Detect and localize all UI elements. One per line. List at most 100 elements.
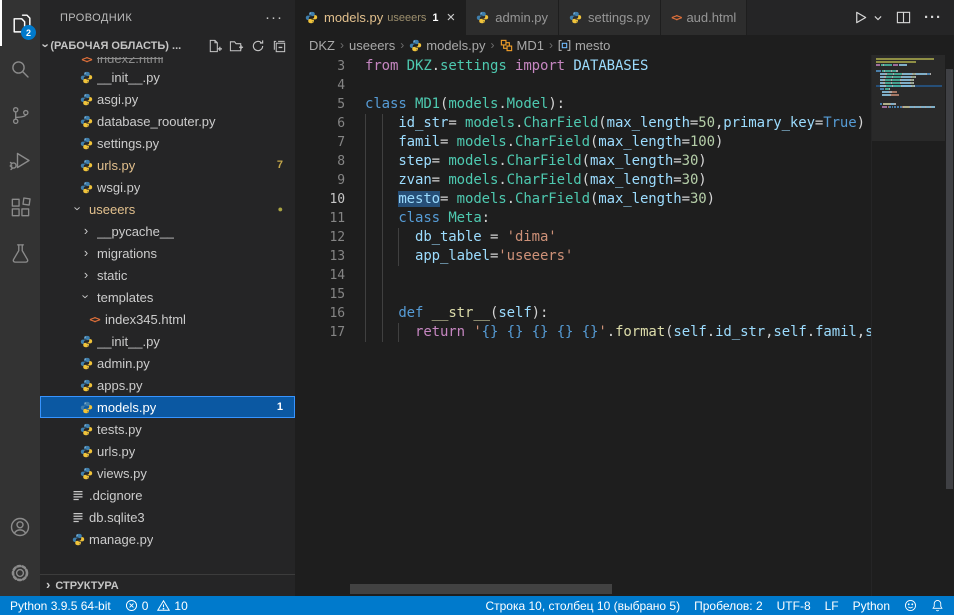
status-eol[interactable]: LF [825, 596, 839, 615]
code-line-17: 17 return '{} {} {} {} {}'.format(self.i… [295, 323, 954, 342]
breadcrumb-item-DKZ[interactable]: DKZ [309, 38, 335, 53]
tree-file-__init__.py[interactable]: __init__.py [40, 330, 295, 352]
sidebar-title: ПРОВОДНИК [60, 12, 132, 24]
editor-group: models.pyuseeers1×admin.pysettings.py<>a… [295, 0, 954, 596]
tab-settings.py[interactable]: settings.py [559, 0, 661, 35]
close-icon[interactable]: × [447, 9, 456, 26]
python-file-icon [79, 357, 93, 370]
status-indentation[interactable]: Пробелов: 2 [694, 596, 763, 615]
activity-run-debug-icon[interactable] [0, 138, 40, 184]
vertical-scrollbar-thumb[interactable] [946, 69, 953, 489]
python-file-icon [71, 533, 85, 546]
activity-source-control-icon[interactable] [0, 92, 40, 138]
tree-file-settings.py[interactable]: settings.py [40, 132, 295, 154]
status-problems[interactable]: 010 [125, 596, 188, 615]
tree-item-label: index345.html [105, 312, 186, 327]
tree-file-admin.py[interactable]: admin.py [40, 352, 295, 374]
vertical-scrollbar[interactable] [945, 55, 954, 596]
activity-testing-icon[interactable] [0, 230, 40, 276]
tree-folder-templates[interactable]: ›templates [40, 286, 295, 308]
tree-file-__init__.py[interactable]: __init__.py [40, 66, 295, 88]
tree-file-index345.html[interactable]: <>index345.html [40, 308, 295, 330]
tree-file-database_roouter.py[interactable]: database_roouter.py [40, 110, 295, 132]
breadcrumb-item-mesto[interactable]: mesto [558, 38, 610, 53]
tree-file-urls.py[interactable]: urls.py7 [40, 154, 295, 176]
minimap-line [876, 97, 942, 99]
tree-item-label: useeers [89, 202, 135, 217]
tree-file-.dcignore[interactable]: .dcignore [40, 484, 295, 506]
collapse-all-icon[interactable] [272, 39, 287, 54]
tab-aud.html[interactable]: <>aud.html [661, 0, 747, 35]
split-editor-icon[interactable] [896, 10, 911, 25]
run-python-file-icon[interactable] [853, 10, 868, 25]
code-editor[interactable]: 3from DKZ.settings import DATABASES45cla… [295, 55, 954, 596]
tree-folder-useeers[interactable]: ›useeers● [40, 198, 295, 220]
python-file-icon [305, 11, 318, 24]
tab-label: models.py [324, 10, 383, 25]
line-text: step= models.CharField(max_length=30) [365, 152, 872, 171]
minimap-line [876, 67, 942, 69]
run-dropdown-icon[interactable] [873, 13, 883, 23]
activity-search-icon[interactable] [0, 46, 40, 92]
more-actions-icon[interactable]: ··· [924, 9, 942, 26]
activity-settings-gear-icon[interactable] [0, 550, 40, 596]
status-notifications[interactable] [931, 596, 944, 615]
file-tree: <>index2.html__init__.pyasgi.pydatabase_… [40, 57, 295, 574]
outline-section-header[interactable]: › СТРУКТУРА [40, 574, 295, 596]
activity-explorer-icon[interactable]: 2 [0, 0, 40, 46]
python-file-icon [79, 335, 93, 348]
breadcrumb-item-MD1[interactable]: MD1 [500, 38, 544, 53]
activity-bar-top: 2 [0, 0, 40, 504]
tree-file-index2.html[interactable]: <>index2.html [40, 57, 295, 66]
tab-models.py[interactable]: models.pyuseeers1× [295, 0, 466, 35]
chevron-down-icon: › [79, 290, 93, 305]
activity-account-icon[interactable] [0, 504, 40, 550]
tab-bar: models.pyuseeers1×admin.pysettings.py<>a… [295, 0, 954, 35]
line-text: db_table = 'dima' [365, 228, 872, 247]
status-language-mode[interactable]: Python [853, 596, 890, 615]
minimap-line [876, 61, 942, 63]
line-number: 3 [295, 57, 345, 76]
tree-folder-migrations[interactable]: ›migrations [40, 242, 295, 264]
tree-item-label: .dcignore [89, 488, 142, 503]
status-encoding[interactable]: UTF-8 [777, 596, 811, 615]
breadcrumb-item-useeers[interactable]: useeers [349, 38, 395, 53]
line-text: id_str= models.CharField(max_length=50,p… [365, 114, 872, 133]
code-line-15: 15 [295, 285, 954, 304]
status-cursor-position[interactable]: Строка 10, столбец 10 (выбрано 5) [485, 596, 680, 615]
tree-file-models.py[interactable]: models.py1 [40, 396, 295, 418]
tab-admin.py[interactable]: admin.py [466, 0, 559, 35]
status-python-version[interactable]: Python 3.9.5 64-bit [10, 596, 111, 615]
python-file-icon [79, 423, 93, 436]
sidebar-more-actions-icon[interactable]: ··· [265, 9, 283, 26]
activity-extensions-icon[interactable] [0, 184, 40, 230]
horizontal-scrollbar-thumb[interactable] [350, 584, 612, 594]
tree-folder-static[interactable]: ›static [40, 264, 295, 286]
new-folder-icon[interactable] [229, 39, 244, 54]
minimap[interactable] [871, 55, 945, 596]
tree-file-db.sqlite3[interactable]: db.sqlite3 [40, 506, 295, 528]
textfile-file-icon [71, 489, 85, 501]
refresh-icon[interactable] [251, 39, 265, 53]
tree-file-apps.py[interactable]: apps.py [40, 374, 295, 396]
chevron: › [84, 223, 88, 238]
tree-file-manage.py[interactable]: manage.py [40, 528, 295, 550]
tree-folder-__pycache__[interactable]: ›__pycache__ [40, 220, 295, 242]
tree-file-asgi.py[interactable]: asgi.py [40, 88, 295, 110]
indent-guide [382, 266, 383, 285]
workspace-section-header[interactable]: › (РАБОЧАЯ ОБЛАСТЬ) ... [40, 35, 295, 57]
tree-file-views.py[interactable]: views.py [40, 462, 295, 484]
status-label: Строка 10, столбец 10 (выбрано 5) [485, 599, 680, 613]
code-line-12: 12 db_table = 'dima' [295, 228, 954, 247]
breadcrumb-label: models.py [426, 38, 485, 53]
tree-file-tests.py[interactable]: tests.py [40, 418, 295, 440]
python-file-icon [79, 137, 93, 150]
line-number: 13 [295, 247, 345, 266]
tree-file-urls.py[interactable]: urls.py [40, 440, 295, 462]
new-file-icon[interactable] [207, 39, 222, 54]
symbol-field-icon [558, 39, 571, 52]
status-feedback[interactable] [904, 596, 917, 615]
code-line-10: 10 mesto= models.CharField(max_length=30… [295, 190, 954, 209]
breadcrumb-item-models.py[interactable]: models.py [409, 38, 485, 53]
tree-file-wsgi.py[interactable]: wsgi.py [40, 176, 295, 198]
